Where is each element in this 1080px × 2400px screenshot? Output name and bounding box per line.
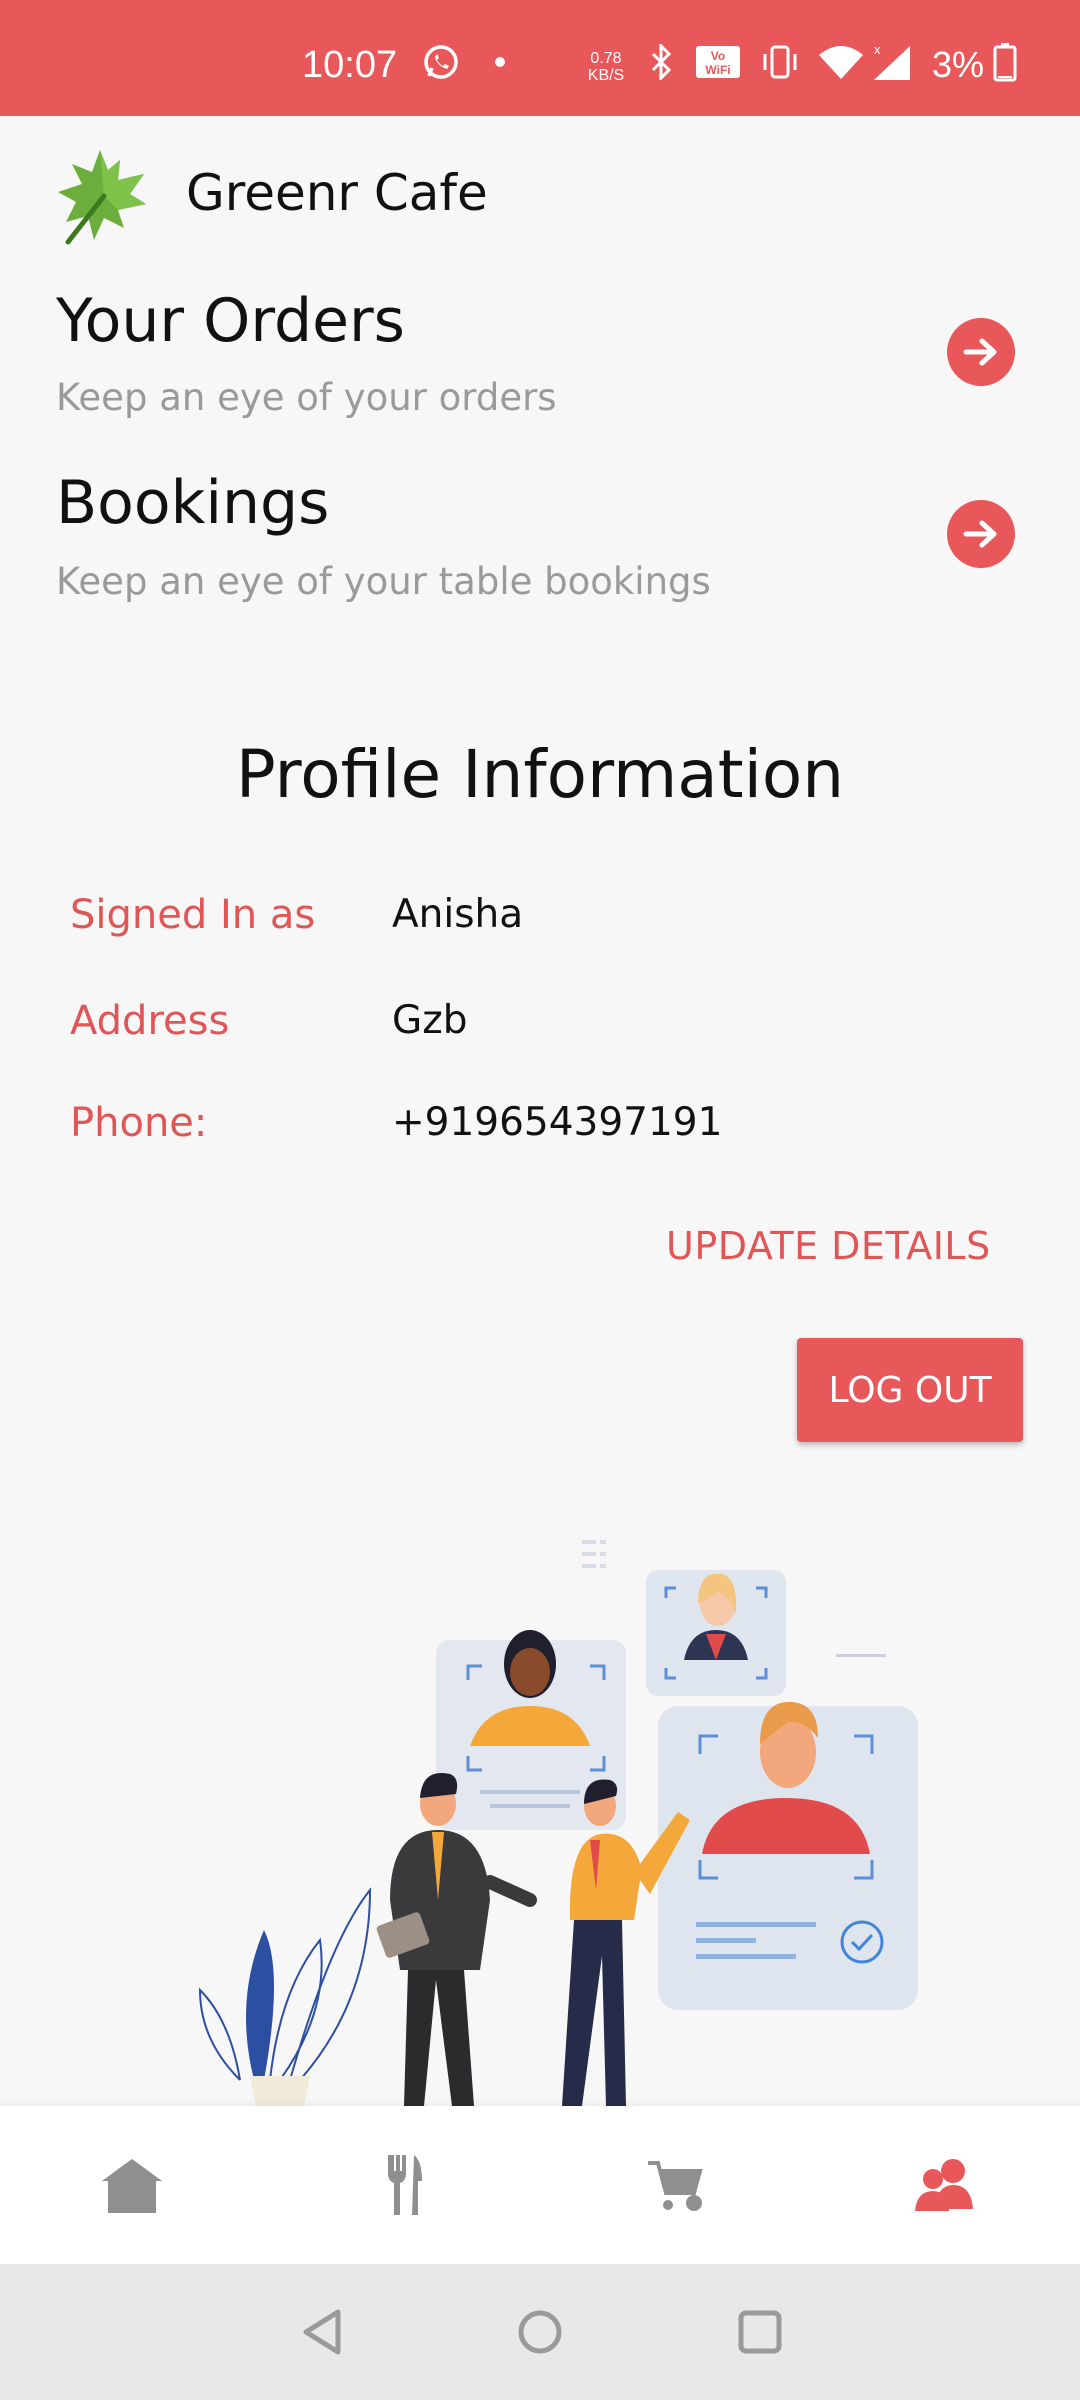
- home-circle-icon: [518, 2310, 562, 2354]
- update-details-button[interactable]: UPDATE DETAILS: [666, 1224, 991, 1268]
- cart-icon: [648, 2161, 703, 2211]
- svg-text:WiFi: WiFi: [705, 63, 730, 77]
- back-button[interactable]: [294, 2304, 350, 2360]
- orders-arrow-button[interactable]: [947, 318, 1015, 386]
- back-triangle-icon: [303, 2309, 341, 2355]
- home-icon: [102, 2159, 162, 2213]
- nav-menu[interactable]: [364, 2150, 444, 2220]
- dot-icon: [490, 42, 510, 82]
- bookings-title: Bookings: [56, 468, 330, 538]
- profile-heading: Profile Information: [235, 736, 845, 813]
- wifi-icon: [816, 42, 866, 82]
- phone-label: Phone:: [70, 1100, 208, 1146]
- nav-home[interactable]: [92, 2150, 172, 2220]
- signal-icon: x: [870, 42, 914, 82]
- profile-icon: [915, 2159, 973, 2211]
- orders-subtitle: Keep an eye of your orders: [56, 376, 557, 419]
- status-bar: 10:07 0.78 KB/S Vo WiFi x 3%: [0, 0, 1080, 116]
- bluetooth-icon: [646, 42, 676, 82]
- app-title: Greenr Cafe: [186, 164, 488, 222]
- home-button[interactable]: [512, 2304, 568, 2360]
- bottom-nav: [0, 2106, 1080, 2264]
- signed-in-label: Signed In as: [70, 892, 316, 938]
- address-value: Gzb: [392, 998, 468, 1043]
- logout-button[interactable]: LOG OUT: [797, 1338, 1023, 1442]
- bookings-subtitle: Keep an eye of your table bookings: [56, 560, 711, 603]
- vibrate-icon: [758, 42, 802, 82]
- nav-cart[interactable]: [636, 2150, 716, 2220]
- recents-button[interactable]: [732, 2304, 788, 2360]
- fork-knife-icon: [388, 2155, 422, 2215]
- signed-in-value: Anisha: [392, 892, 524, 937]
- network-speed: 0.78 KB/S: [587, 50, 625, 84]
- vowifi-icon: Vo WiFi: [694, 42, 742, 82]
- battery-percent: 3%: [932, 44, 985, 85]
- whatsapp-icon: [418, 42, 464, 82]
- address-label: Address: [70, 998, 230, 1044]
- svg-text:Vo: Vo: [711, 49, 725, 63]
- arrow-right-icon: [963, 338, 997, 366]
- system-nav-bar: [0, 2264, 1080, 2400]
- nav-profile[interactable]: [905, 2150, 985, 2220]
- orders-title: Your Orders: [56, 286, 405, 356]
- profile-illustration: [190, 1520, 950, 2106]
- status-time: 10:07: [302, 44, 398, 86]
- phone-value: +919654397191: [392, 1100, 723, 1145]
- svg-text:x: x: [874, 42, 881, 57]
- maple-leaf-icon: [54, 146, 150, 246]
- bookings-arrow-button[interactable]: [947, 500, 1015, 568]
- battery-icon: [992, 42, 1018, 82]
- arrow-right-icon: [963, 520, 997, 548]
- recents-square-icon: [738, 2310, 782, 2354]
